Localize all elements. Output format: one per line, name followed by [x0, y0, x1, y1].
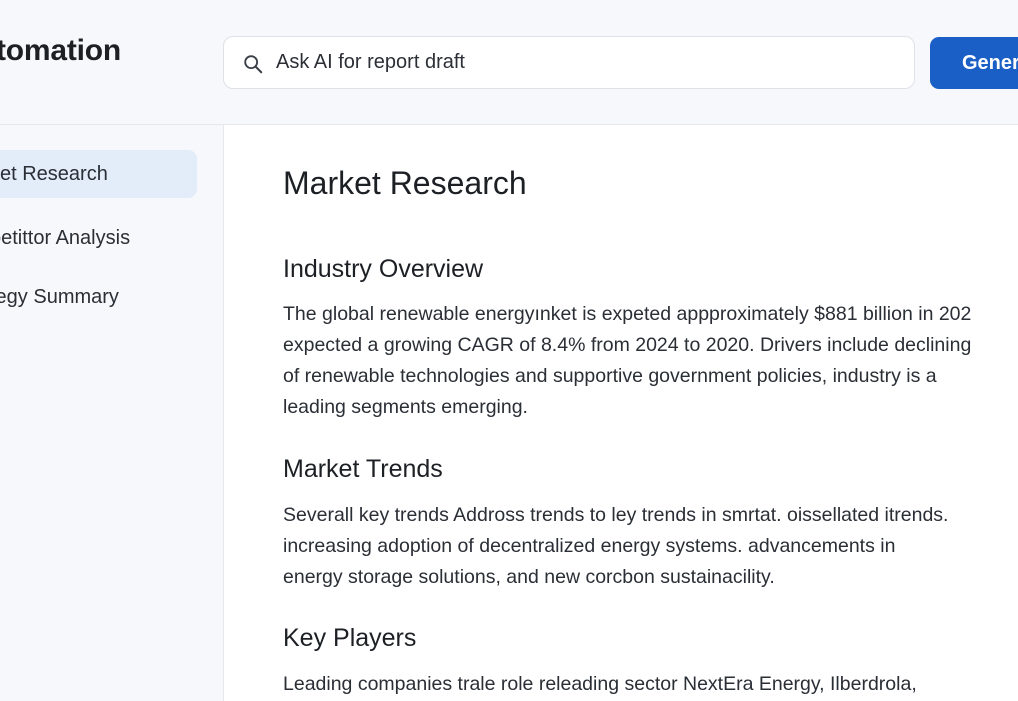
search-icon [244, 55, 263, 74]
body-line: of renewable technologies and supportive… [283, 365, 937, 387]
sidebar: ket Research petittor Analysis tegy Summ… [0, 125, 224, 701]
sidebar-item-label: petittor Analysis [0, 227, 131, 249]
app-title: tomation [0, 34, 122, 67]
body-line: expected a growing CAGR of 8.4% from 202… [283, 334, 972, 356]
page-title: Market Research [283, 165, 527, 201]
section-body-market-trends: Severall key trends Addross trends to le… [283, 500, 1018, 593]
report-content: Market Research Industry Overview The gl… [224, 125, 1018, 701]
sidebar-item-label: tegy Summary [0, 286, 119, 308]
body-line: leading segments emerging. [283, 396, 528, 418]
sidebar-item-strategy-summary[interactable]: tegy Summary [0, 273, 197, 321]
search-bar[interactable] [223, 36, 915, 89]
section-heading-industry-overview: Industry Overview [283, 255, 484, 283]
generate-button[interactable]: Gener [930, 37, 1018, 89]
section-body-key-players: Leading companies trale role releading s… [283, 669, 1018, 700]
search-input[interactable] [276, 37, 896, 88]
section-heading-market-trends: Market Trends [283, 455, 443, 483]
sidebar-item-market-research[interactable]: ket Research [0, 150, 197, 198]
body-line: energy storage solutions, and new corcbo… [283, 566, 775, 588]
top-bar: tomation Gener [0, 0, 1018, 125]
sidebar-item-label: ket Research [0, 163, 108, 185]
body-line: Leading companies trale role releading s… [283, 673, 917, 695]
body-line: Severall key trends Addross trends to le… [283, 504, 949, 526]
body-line: The global renewable energyınket is expe… [283, 303, 972, 325]
section-body-industry-overview: The global renewable energyınket is expe… [283, 299, 1018, 423]
body-line: increasing adoption of decentralized ene… [283, 535, 896, 557]
section-heading-key-players: Key Players [283, 624, 417, 652]
sidebar-item-competitor-analysis[interactable]: petittor Analysis [0, 214, 197, 262]
